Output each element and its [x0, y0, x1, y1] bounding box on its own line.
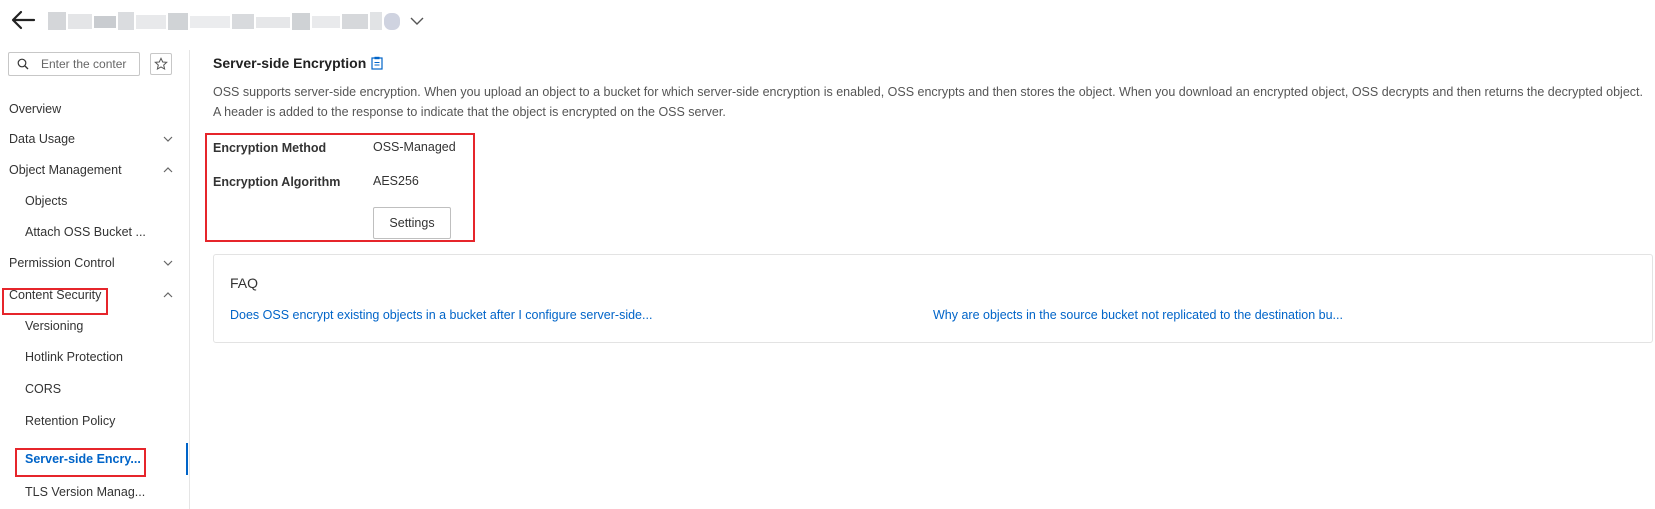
settings-button[interactable]: Settings [373, 207, 451, 239]
sidebar-item-data-usage[interactable]: Data Usage [0, 124, 186, 154]
encryption-method-label: Encryption Method [213, 141, 327, 155]
chevron-up-icon [163, 292, 173, 298]
sidebar-item-label: TLS Version Manag... [25, 485, 146, 499]
sidebar-divider [189, 50, 190, 509]
encryption-algorithm-value: AES256 [373, 174, 419, 188]
sidebar-item-tls-version-management[interactable]: TLS Version Manag... [0, 477, 186, 507]
sidebar-item-objects[interactable]: Objects [0, 186, 186, 216]
page-title: Server-side Encryption [213, 55, 367, 71]
chevron-down-icon [163, 260, 173, 266]
sidebar-item-label: Objects [25, 194, 68, 208]
bucket-switch-chevron-icon[interactable] [408, 12, 426, 30]
encryption-method-value: OSS-Managed [373, 140, 456, 154]
sidebar-item-label: Overview [9, 102, 62, 116]
star-icon [154, 57, 168, 71]
back-arrow-icon[interactable] [10, 8, 38, 32]
sidebar-item-label: CORS [25, 382, 62, 396]
sidebar-item-cors[interactable]: CORS [0, 374, 186, 404]
chevron-down-icon [163, 136, 173, 142]
sidebar-item-overview[interactable]: Overview [0, 94, 186, 124]
sidebar-item-hotlink-protection[interactable]: Hotlink Protection [0, 342, 186, 372]
sidebar-search-input-wrapper[interactable] [8, 52, 141, 76]
encryption-algorithm-label: Encryption Algorithm [213, 175, 341, 189]
sidebar-item-retention-policy[interactable]: Retention Policy [0, 406, 186, 436]
sidebar-item-label: Permission Control [9, 256, 115, 270]
document-icon[interactable] [371, 56, 383, 70]
search-icon [17, 58, 29, 70]
sidebar-item-attach-oss-bucket[interactable]: Attach OSS Bucket ... [0, 217, 186, 247]
sidebar-item-label: Content Security [9, 288, 102, 302]
sidebar-item-content-security[interactable]: Content Security [0, 280, 186, 310]
favorite-star-button[interactable] [150, 53, 172, 75]
sidebar-item-label: Data Usage [9, 132, 76, 146]
sidebar-search-input[interactable] [41, 57, 141, 71]
faq-title: FAQ [230, 275, 259, 291]
sidebar-item-label: Object Management [9, 163, 122, 177]
page-description: OSS supports server-side encryption. Whe… [213, 85, 1643, 119]
faq-link[interactable]: Does OSS encrypt existing objects in a b… [230, 308, 652, 322]
sidebar-item-label: Server-side Encry... [25, 452, 141, 466]
sidebar-item-label: Attach OSS Bucket ... [25, 225, 146, 239]
sidebar-item-label: Retention Policy [25, 414, 116, 428]
faq-card [213, 254, 1653, 343]
sidebar-item-label: Hotlink Protection [25, 350, 123, 364]
sidebar-item-permission-control[interactable]: Permission Control [0, 248, 186, 278]
sidebar-item-versioning[interactable]: Versioning [0, 311, 186, 341]
sidebar-item-object-management[interactable]: Object Management [0, 155, 186, 185]
sidebar-item-server-side-encryption[interactable]: Server-side Encry... [0, 444, 186, 474]
sidebar-item-label: Versioning [25, 319, 84, 333]
bucket-name[interactable] [48, 10, 404, 32]
chevron-up-icon [163, 167, 173, 173]
faq-link[interactable]: Why are objects in the source bucket not… [933, 308, 1343, 322]
sidebar-active-indicator [186, 443, 188, 475]
